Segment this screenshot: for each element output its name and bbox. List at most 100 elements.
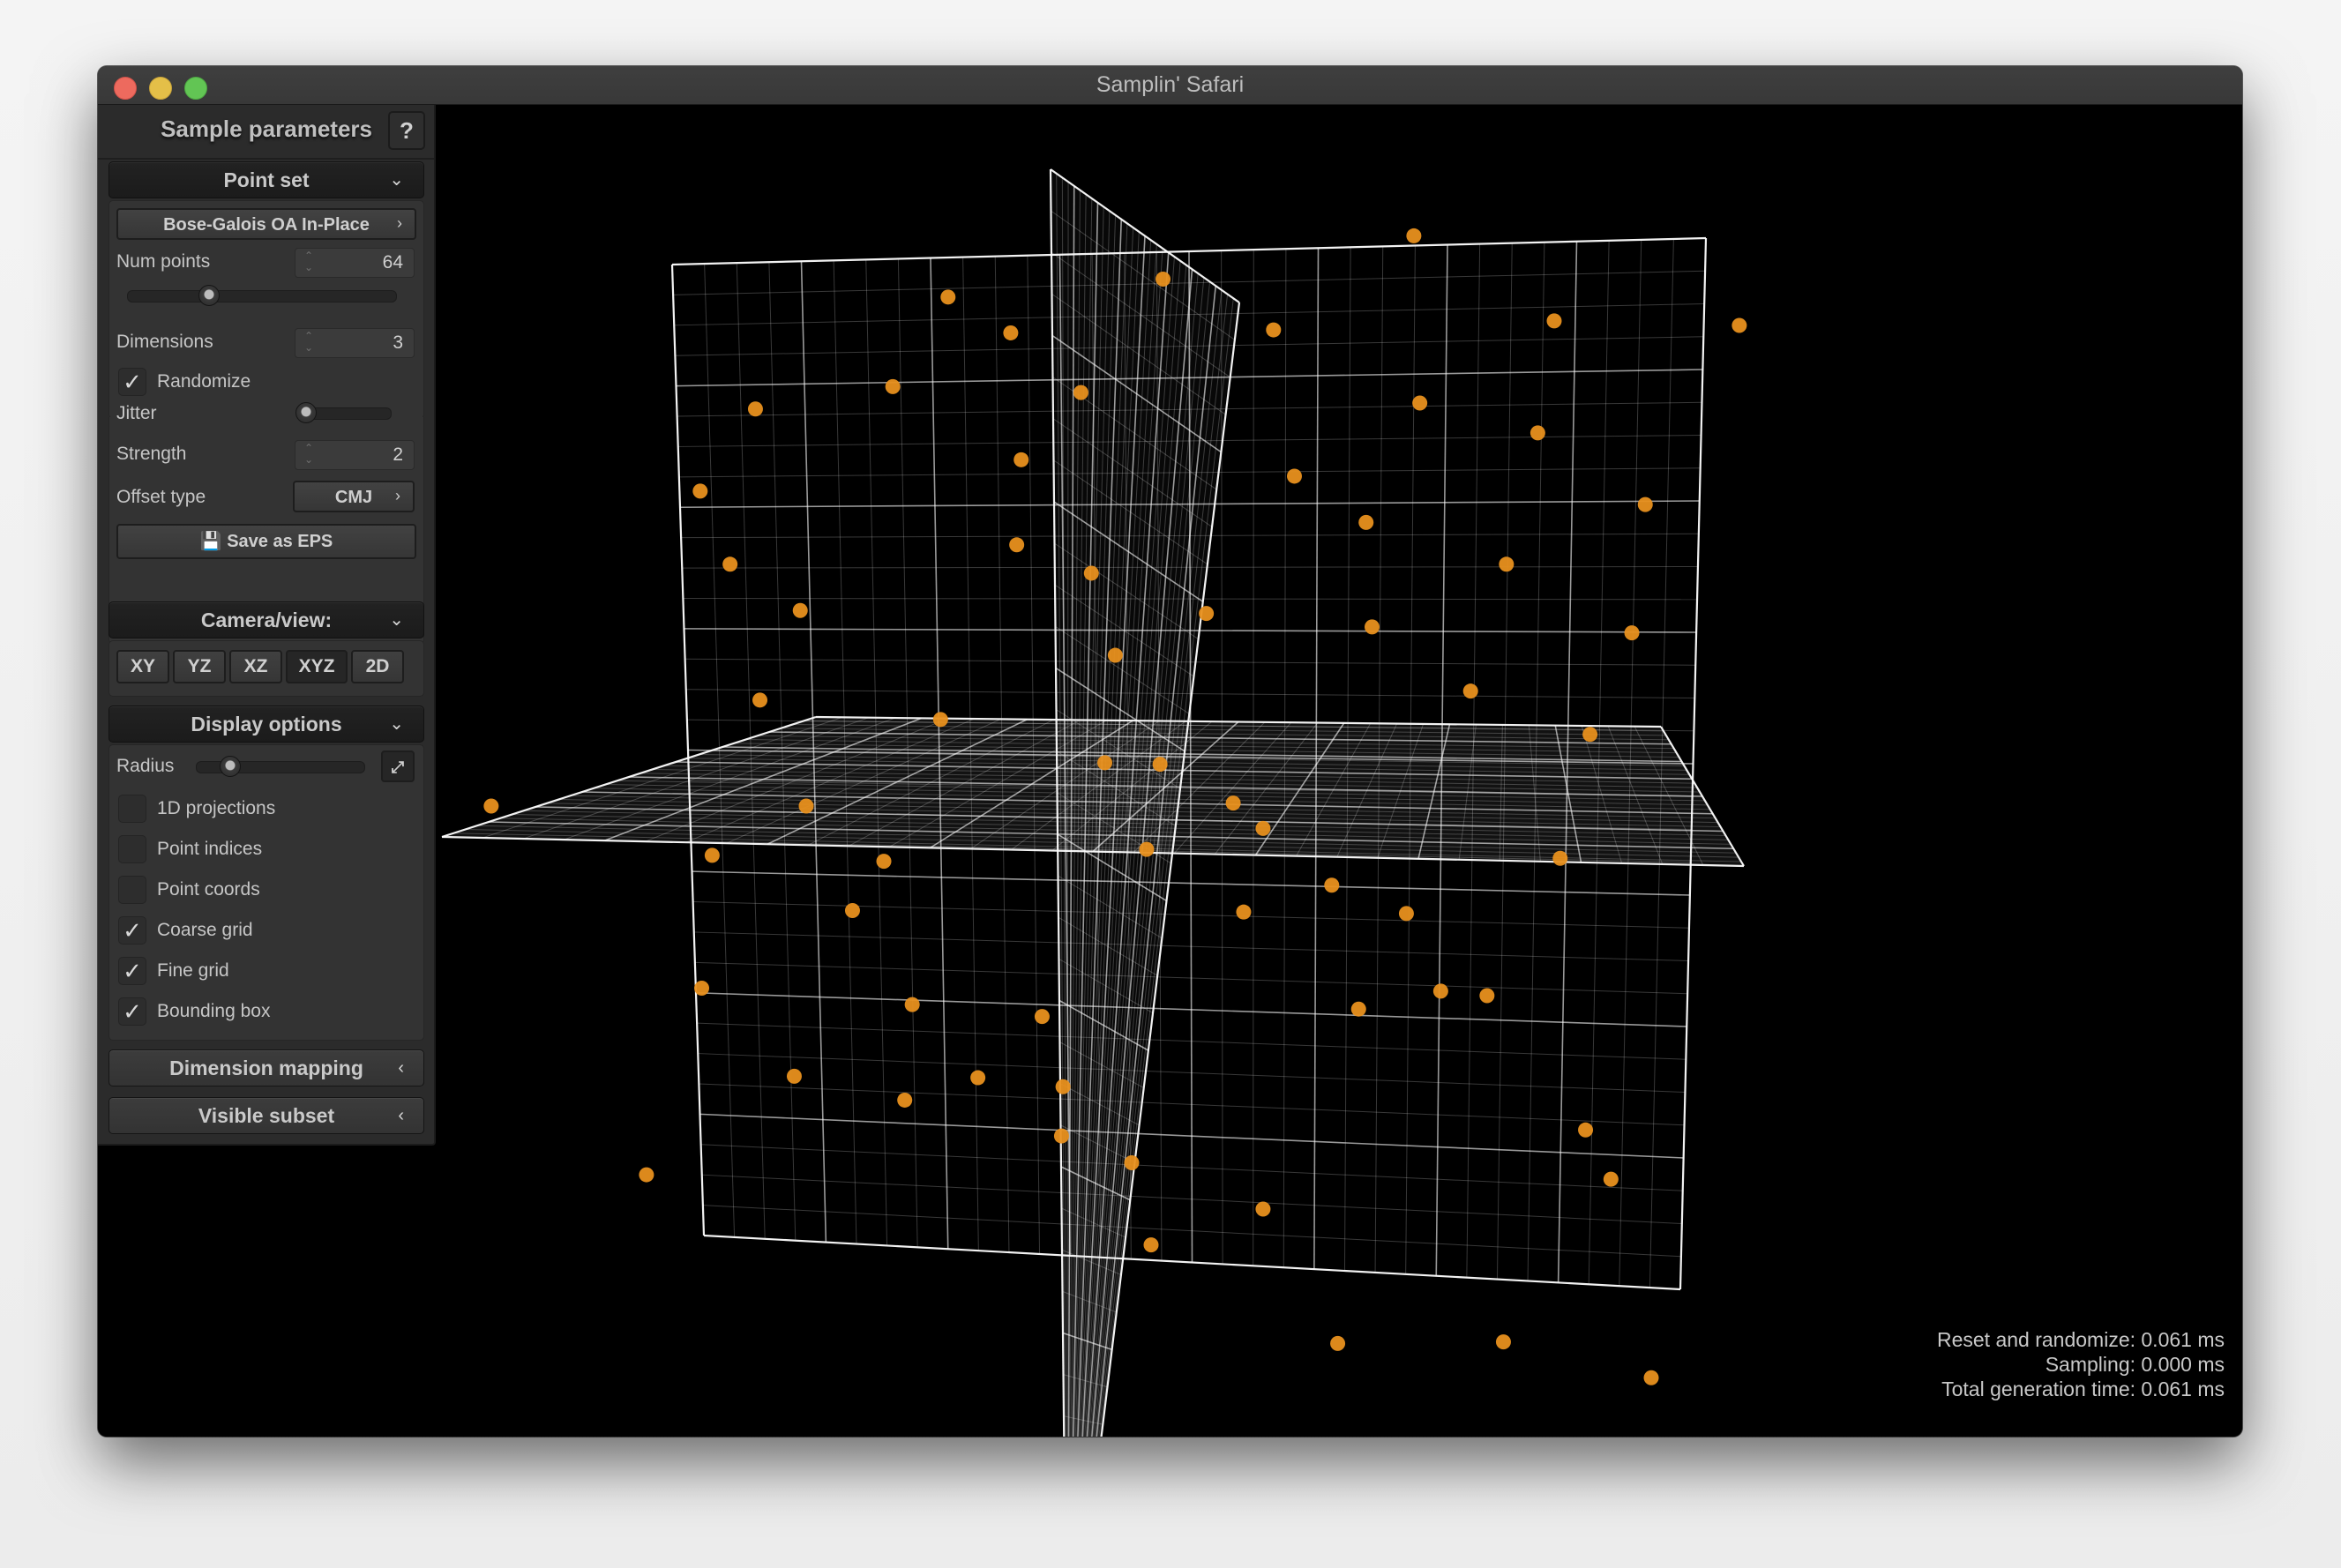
- sample-point: [1073, 385, 1088, 400]
- panel-header: Sample parameters ?: [98, 105, 434, 160]
- chevron-down-icon: ⌄: [389, 714, 404, 734]
- sample-point: [1637, 497, 1653, 512]
- sample-point: [1530, 425, 1545, 441]
- panel-title: Sample parameters: [161, 116, 372, 142]
- view-xz-button[interactable]: XZ: [229, 650, 282, 683]
- offset-type-select[interactable]: CMJ ›: [293, 481, 415, 512]
- randomize-label: Randomize: [157, 371, 251, 392]
- option-point-coords-label: Point coords: [157, 879, 260, 900]
- camera-view-header[interactable]: Camera/view: ⌄: [108, 601, 424, 638]
- sample-point: [1578, 1122, 1594, 1138]
- strength-stepper[interactable]: ⌃ ⌄ 2: [295, 440, 415, 470]
- sample-point: [1236, 904, 1252, 920]
- sample-point: [1286, 468, 1302, 484]
- fit-radius-button[interactable]: ⤢: [381, 750, 415, 782]
- stat-reset: Reset and randomize: 0.061 ms: [1936, 1328, 2225, 1351]
- sample-point: [792, 602, 808, 618]
- dimensions-value: 3: [393, 332, 403, 353]
- sample-point: [1398, 906, 1414, 922]
- dimensions-stepper[interactable]: ⌃ ⌄ 3: [295, 328, 415, 358]
- chevron-down-icon: ⌄: [389, 610, 404, 630]
- sample-point: [1462, 683, 1478, 699]
- chevron-right-icon: ›: [395, 487, 400, 504]
- dimensions-label: Dimensions: [116, 332, 213, 352]
- sample-point: [1350, 1001, 1366, 1017]
- help-button[interactable]: ?: [388, 111, 425, 150]
- sample-point: [970, 1070, 986, 1086]
- point-set-section: Bose-Galois OA In-Place › Num points ⌃ ⌄ …: [108, 200, 424, 419]
- jitter-slider-handle[interactable]: [295, 402, 317, 423]
- offset-type-value: CMJ: [334, 488, 373, 507]
- sample-point: [897, 1092, 913, 1108]
- option-bounding-box-label: Bounding box: [157, 1001, 271, 1021]
- num-points-label: Num points: [116, 251, 211, 272]
- radius-slider[interactable]: [196, 756, 365, 777]
- stepper-arrows-icon[interactable]: ⌃ ⌄: [304, 443, 313, 466]
- dimension-mapping-header[interactable]: Dimension mapping ‹: [108, 1049, 424, 1086]
- sample-point: [483, 798, 499, 814]
- option-1d-projections-label: 1D projections: [157, 798, 276, 818]
- option-coarse-grid-checkbox[interactable]: ✓: [118, 916, 146, 945]
- sample-point: [722, 556, 738, 572]
- view-xy-button[interactable]: XY: [116, 650, 169, 683]
- sample-point: [704, 847, 720, 863]
- sample-point: [1643, 1370, 1659, 1385]
- sample-point: [1199, 606, 1215, 622]
- sample-point: [1603, 1171, 1619, 1187]
- sample-point: [1624, 625, 1640, 641]
- sample-point: [1152, 757, 1168, 773]
- option-fine-grid-checkbox[interactable]: ✓: [118, 957, 146, 985]
- jitter-slider[interactable]: [295, 402, 392, 423]
- view-yz-button[interactable]: YZ: [173, 650, 226, 683]
- sample-point: [694, 981, 710, 997]
- display-options-section: Radius ⤢ 1D projections Point indices Po…: [108, 744, 424, 1041]
- sample-point: [1156, 272, 1171, 287]
- display-options-header[interactable]: Display options ⌄: [108, 706, 424, 743]
- randomize-checkbox[interactable]: ✓: [118, 368, 146, 396]
- sample-point: [1255, 820, 1271, 836]
- timing-stats: Reset and randomize: 0.061 ms Sampling: …: [1937, 1327, 2225, 1401]
- option-point-coords-checkbox[interactable]: [118, 876, 146, 904]
- floppy-disk-icon: 💾: [199, 532, 222, 551]
- view-2d-button[interactable]: 2D: [351, 650, 404, 683]
- num-points-slider-handle[interactable]: [198, 285, 220, 306]
- sample-point: [1143, 1237, 1159, 1253]
- radius-slider-handle[interactable]: [220, 756, 241, 777]
- sample-point: [1365, 619, 1380, 635]
- camera-view-section: XY YZ XZ XYZ 2D: [108, 640, 424, 697]
- sample-point: [1552, 850, 1568, 866]
- stepper-arrows-icon[interactable]: ⌃ ⌄: [304, 250, 313, 273]
- sample-point: [904, 997, 920, 1012]
- num-points-slider[interactable]: [127, 285, 397, 306]
- app-window: Samplin' Safari Reset and randomize: 0.0…: [98, 66, 2242, 1437]
- point-set-header[interactable]: Point set ⌄: [108, 161, 424, 198]
- sample-parameters-panel: Sample parameters ? Point set ⌄ Bose-Gal…: [98, 105, 436, 1146]
- sample-point: [798, 798, 814, 814]
- window-title: Samplin' Safari: [1096, 72, 1245, 97]
- sampler-select-button[interactable]: Bose-Galois OA In-Place ›: [116, 208, 416, 240]
- visible-subset-header[interactable]: Visible subset ‹: [108, 1097, 424, 1134]
- sample-point: [1479, 988, 1495, 1004]
- chevron-left-icon: ‹: [398, 1106, 404, 1125]
- radius-label: Radius: [116, 756, 175, 776]
- sample-point: [1546, 313, 1562, 329]
- title-bar: Samplin' Safari: [98, 66, 2242, 105]
- camera-view-header-label: Camera/view:: [200, 609, 333, 631]
- option-1d-projections-checkbox[interactable]: [118, 795, 146, 823]
- expand-arrows-icon: ⤢: [391, 758, 405, 776]
- strength-label: Strength: [116, 444, 187, 464]
- sample-point: [1139, 841, 1155, 857]
- sample-point: [1358, 514, 1374, 530]
- option-bounding-box-checkbox[interactable]: ✓: [118, 997, 146, 1026]
- chevron-left-icon: ‹: [398, 1058, 404, 1078]
- option-coarse-grid-label: Coarse grid: [157, 920, 253, 940]
- sample-point: [1432, 983, 1448, 999]
- num-points-stepper[interactable]: ⌃ ⌄ 64: [295, 248, 415, 278]
- view-xyz-button[interactable]: XYZ: [286, 650, 348, 683]
- sample-point: [1495, 1334, 1511, 1350]
- sample-point: [692, 483, 708, 499]
- option-point-indices-checkbox[interactable]: [118, 835, 146, 863]
- stepper-arrows-icon[interactable]: ⌃ ⌄: [304, 331, 313, 354]
- save-eps-button[interactable]: 💾 Save as EPS: [116, 524, 416, 559]
- jitter-label: Jitter: [116, 403, 157, 423]
